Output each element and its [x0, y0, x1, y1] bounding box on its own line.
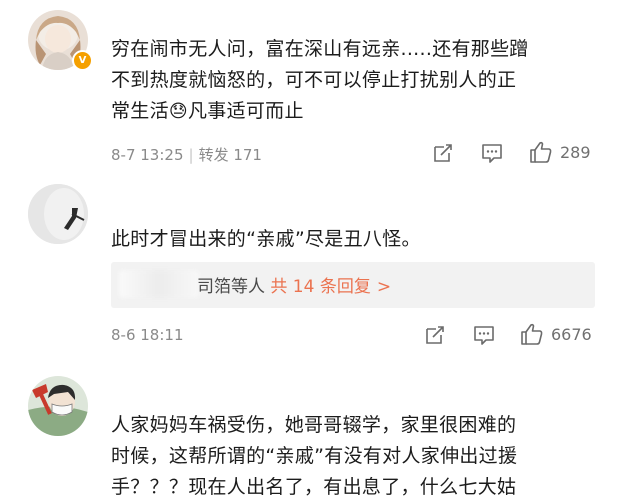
blurred-username	[119, 270, 199, 298]
comment-icon[interactable]	[473, 324, 495, 346]
verified-badge-icon: V	[72, 50, 93, 71]
chevron-right-icon: >	[376, 277, 392, 297]
sweat-emoji: 😓	[168, 101, 188, 122]
like-icon[interactable]	[529, 140, 553, 164]
reply-summary: 司箔等人 共 14 条回复 >	[197, 272, 391, 297]
comment-meta: 8-7 13:25 | 转发 171	[111, 144, 262, 165]
comment-date: 8-6 18:11	[111, 326, 184, 344]
avatar[interactable]	[28, 184, 88, 244]
comment-text: 穷在闹市无人问，富在深山有远亲.....还有那些蹭 不到热度就恼怒的，可不可以停…	[111, 34, 611, 127]
view-replies-link[interactable]: 共 14 条回复 >	[270, 277, 391, 297]
comment-line: 此时才冒出来的“亲戚”尽是丑八怪。	[111, 228, 421, 250]
comment-line: 常生活😓凡事适可而止	[111, 96, 611, 127]
reply-preview[interactable]: 司箔等人 共 14 条回复 >	[111, 262, 595, 308]
comment-text: 人家妈妈车祸受伤，她哥哥辍学，家里很困难的 时候，这帮所谓的“亲戚”有没有对人家…	[111, 410, 611, 503]
comment-meta: 8-6 18:11	[111, 326, 184, 344]
comment-icon[interactable]	[481, 142, 503, 164]
divider: |	[188, 146, 194, 164]
reply-users[interactable]: 司箔等人	[197, 277, 265, 297]
like-count: 6676	[551, 325, 592, 344]
avatar[interactable]	[28, 376, 88, 436]
repost-icon[interactable]	[432, 142, 454, 164]
like-count: 289	[560, 143, 591, 162]
comment-segment: 凡事适可而止	[187, 100, 304, 122]
comment-text: 此时才冒出来的“亲戚”尽是丑八怪。	[111, 224, 611, 255]
repost-icon[interactable]	[424, 324, 446, 346]
comment-date: 8-7 13:25	[111, 146, 184, 164]
comment-line: 手？？？现在人出名了，有出息了，什么七大姑	[111, 476, 517, 498]
comment-line: 时候，这帮所谓的“亲戚”有没有对人家伸出过援	[111, 445, 518, 467]
comment-line: 不到热度就恼怒的，可不可以停止打扰别人的正	[111, 69, 517, 91]
comment-line: 人家妈妈车祸受伤，她哥哥辍学，家里很困难的	[111, 414, 517, 436]
like-icon[interactable]	[520, 322, 544, 346]
repost-count[interactable]: 转发 171	[199, 146, 262, 164]
comment-segment: 常生活	[111, 100, 169, 122]
comment-line: 穷在闹市无人问，富在深山有远亲.....还有那些蹭	[111, 38, 529, 60]
